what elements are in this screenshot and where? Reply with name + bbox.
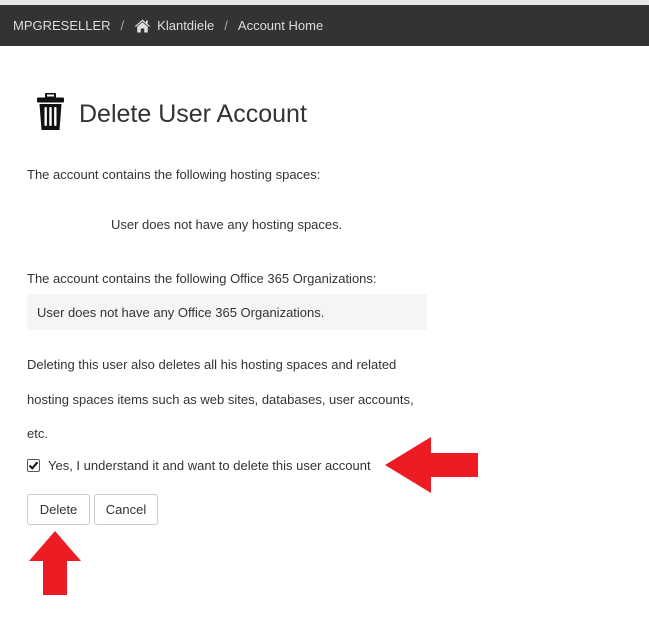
warning-text-line: hosting spaces items such as web sites, … [27,392,414,407]
page-title: Delete User Account [79,99,307,128]
checkmark-icon [28,461,39,470]
office365-intro: The account contains the following Offic… [27,271,377,286]
breadcrumb-item-customer[interactable]: Klantdiele [134,18,214,33]
page-header: Delete User Account [36,93,307,131]
cancel-button[interactable]: Cancel [94,494,158,525]
arrow-left-icon [385,437,478,493]
hosting-spaces-intro: The account contains the following hosti… [27,167,321,182]
confirm-delete-label: Yes, I understand it and want to delete … [48,458,371,473]
breadcrumb-item-customer-label: Klantdiele [157,18,215,33]
home-icon [134,19,151,32]
hosting-spaces-empty-message: User does not have any hosting spaces. [111,217,343,232]
breadcrumb-item-reseller[interactable]: MPGRESELLER [13,18,111,33]
breadcrumb: MPGRESELLER / Klantdiele / Account Home [0,5,649,46]
office365-empty-panel: User does not have any Office 365 Organi… [27,294,427,330]
delete-button[interactable]: Delete [27,494,90,525]
arrow-up-icon [29,531,81,595]
breadcrumb-separator: / [120,18,125,33]
warning-text-line: Deleting this user also deletes all his … [27,357,397,372]
breadcrumb-item-account-home[interactable]: Account Home [238,18,323,33]
trash-icon [37,93,64,130]
confirm-delete-row[interactable]: Yes, I understand it and want to delete … [27,458,371,473]
breadcrumb-separator: / [224,18,228,33]
confirm-delete-checkbox[interactable] [27,459,40,472]
office365-empty-message: User does not have any Office 365 Organi… [37,304,325,320]
warning-text-line: etc. [27,426,48,441]
